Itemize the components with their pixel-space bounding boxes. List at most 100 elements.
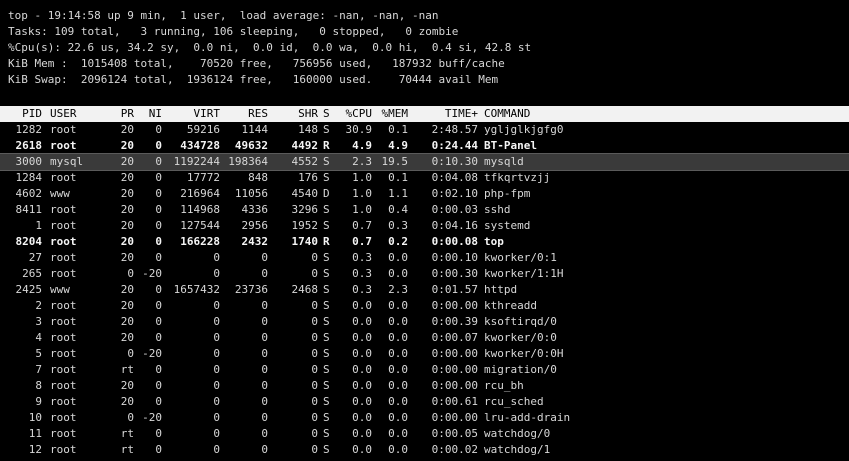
cpu-cell: 0.0 <box>352 379 372 392</box>
priority-cell: rt <box>120 427 134 440</box>
mem-cell: 0.0 <box>388 363 408 376</box>
table-row-selected[interactable]: 3000 mysql 20 0 1192244 198364 4552 S 2.3 19.5 0:1… <box>0 153 849 171</box>
shr-cell: 0 <box>311 443 318 456</box>
col-virt-header: VIRT <box>193 107 221 120</box>
table-row[interactable]: 8 root 20 0 0 0 0 S 0.0 0.0 0:00.00 rcu_bh <box>0 378 849 394</box>
cpu-cell: 0.0 <box>352 427 372 440</box>
shr-cell: 4552 <box>291 155 319 168</box>
virt-cell: 0 <box>213 331 220 344</box>
pid-cell: 9 <box>35 395 42 408</box>
priority-cell: 20 <box>120 235 134 248</box>
state-cell: S <box>323 219 330 232</box>
command-cell: sshd <box>484 203 511 216</box>
user-cell: root <box>50 443 77 456</box>
mem-cell: 0.4 <box>388 203 408 216</box>
cpu-cell: 0.3 <box>352 251 372 264</box>
nice-cell: 0 <box>155 251 162 264</box>
col-pr-header: PR <box>120 107 134 120</box>
shr-cell: 1740 <box>291 235 319 248</box>
terminal-window[interactable]: top - 19:14:58 up 9 min, 1 user, load av… <box>0 0 849 461</box>
table-row[interactable]: 4602 www 20 0 216964 11056 4540 D 1.0 1.1 0:02.10 p… <box>0 186 849 202</box>
table-row[interactable]: 4 root 20 0 0 0 0 S 0.0 0.0 0:00.07 kworker/0:0 <box>0 330 849 346</box>
pid-cell: 1 <box>35 219 42 232</box>
table-row[interactable]: 11 root rt 0 0 0 0 S 0.0 0.0 0:00.05 watchdog/0 <box>0 426 849 442</box>
table-row[interactable]: 5 root 0 -20 0 0 0 S 0.0 0.0 0:00.00 kworker/0:0H <box>0 346 849 362</box>
table-row[interactable]: 2618 root 20 0 434728 49632 4492 R 4.9 4.9 0:24.44… <box>0 138 849 154</box>
shr-cell: 2468 <box>291 283 319 296</box>
user-cell: mysql <box>50 155 84 168</box>
virt-cell: 0 <box>213 267 220 280</box>
user-cell: root <box>50 251 77 264</box>
shr-cell: 0 <box>311 427 318 440</box>
table-row[interactable]: 9 root 20 0 0 0 0 S 0.0 0.0 0:00.61 rcu_sched <box>0 394 849 410</box>
pid-cell: 12 <box>28 443 42 456</box>
cpu-cell: 0.0 <box>352 331 372 344</box>
user-cell: root <box>50 379 77 392</box>
user-cell: root <box>50 139 77 152</box>
time-cell: 0:00.00 <box>431 347 478 360</box>
state-cell: S <box>323 379 330 392</box>
mem-cell: 1.1 <box>388 187 408 200</box>
shr-cell: 0 <box>311 379 318 392</box>
table-row[interactable]: 2 root 20 0 0 0 0 S 0.0 0.0 0:00.00 kthreadd <box>0 298 849 314</box>
nice-cell: 0 <box>155 363 162 376</box>
cpu-cell: 0.3 <box>352 267 372 280</box>
shr-cell: 0 <box>311 347 318 360</box>
pid-cell: 1282 <box>15 123 43 136</box>
table-row[interactable]: 1 root 20 0 127544 2956 1952 S 0.7 0.3 0:04.16 syst… <box>0 218 849 234</box>
state-cell: S <box>323 123 330 136</box>
priority-cell: 20 <box>120 283 134 296</box>
state-cell: S <box>323 395 330 408</box>
virt-cell: 114968 <box>180 203 220 216</box>
nice-cell: 0 <box>155 427 162 440</box>
table-row[interactable]: 1282 root 20 0 59216 1144 148 S 30.9 0.1 2:48.57 yg… <box>0 122 849 138</box>
table-row[interactable]: 7 root rt 0 0 0 0 S 0.0 0.0 0:00.00 migration/0 <box>0 362 849 378</box>
table-row[interactable]: 1284 root 20 0 17772 848 176 S 1.0 0.1 0:04.08 tfkq… <box>0 170 849 186</box>
command-cell: rcu_bh <box>484 379 524 392</box>
table-row[interactable]: 2425 www 20 0 1657432 23736 2468 S 0.3 2.3 0:01.57… <box>0 282 849 298</box>
priority-cell: rt <box>120 363 134 376</box>
priority-cell: 20 <box>120 219 134 232</box>
virt-cell: 0 <box>213 443 220 456</box>
shr-cell: 0 <box>311 299 318 312</box>
cpu-cell: 1.0 <box>352 187 372 200</box>
tasks-line: Tasks: 109 total, 3 running, 106 sleepin… <box>8 25 459 38</box>
virt-cell: 216964 <box>180 187 220 200</box>
nice-cell: 0 <box>155 203 162 216</box>
table-row[interactable]: 27 root 20 0 0 0 0 S 0.3 0.0 0:00.10 kworker/0:1 <box>0 250 849 266</box>
virt-cell: 0 <box>213 379 220 392</box>
nice-cell: 0 <box>155 379 162 392</box>
pid-cell: 2425 <box>15 283 43 296</box>
table-row[interactable]: 265 root 0 -20 0 0 0 S 0.3 0.0 0:00.30 kworker/1:1H <box>0 266 849 282</box>
virt-cell: 59216 <box>186 123 220 136</box>
nice-cell: 0 <box>155 283 162 296</box>
uptime-line: top - 19:14:58 up 9 min, 1 user, load av… <box>8 9 439 22</box>
pid-cell: 2618 <box>15 139 43 152</box>
priority-cell: 20 <box>120 395 134 408</box>
table-row[interactable]: 3 root 20 0 0 0 0 S 0.0 0.0 0:00.39 ksoftirqd/0 <box>0 314 849 330</box>
res-cell: 1144 <box>241 123 269 136</box>
table-row[interactable]: 10 root 0 -20 0 0 0 S 0.0 0.0 0:00.00 lru-add-drain <box>0 410 849 426</box>
nice-cell: 0 <box>155 235 162 248</box>
col-state-header: S <box>323 107 330 120</box>
virt-cell: 166228 <box>180 235 220 248</box>
table-row[interactable]: 12 root rt 0 0 0 0 S 0.0 0.0 0:00.02 watchdog/1 <box>0 442 849 458</box>
time-cell: 0:00.00 <box>431 299 478 312</box>
command-cell: tfkqrtvzjj <box>484 171 551 184</box>
priority-cell: 20 <box>120 187 134 200</box>
res-cell: 11056 <box>234 187 268 200</box>
cpu-line: %Cpu(s): 22.6 us, 34.2 sy, 0.0 ni, 0.0 i… <box>8 41 532 54</box>
shr-cell: 4492 <box>291 139 319 152</box>
time-cell: 0:01.57 <box>431 283 478 296</box>
command-cell: watchdog/1 <box>484 443 551 456</box>
col-ni-header: NI <box>148 107 162 120</box>
shr-cell: 0 <box>311 395 318 408</box>
table-row[interactable]: 8411 root 20 0 114968 4336 3296 S 1.0 0.4 0:00.03 s… <box>0 202 849 218</box>
command-cell: migration/0 <box>484 363 557 376</box>
command-cell: mysqld <box>484 155 524 168</box>
cpu-cell: 0.0 <box>352 315 372 328</box>
mem-cell: 0.0 <box>388 299 408 312</box>
command-cell: kthreadd <box>484 299 537 312</box>
mem-cell: 0.1 <box>388 171 408 184</box>
table-row[interactable]: 8204 root 20 0 166228 2432 1740 R 0.7 0.2 0:00.08 t… <box>0 234 849 250</box>
